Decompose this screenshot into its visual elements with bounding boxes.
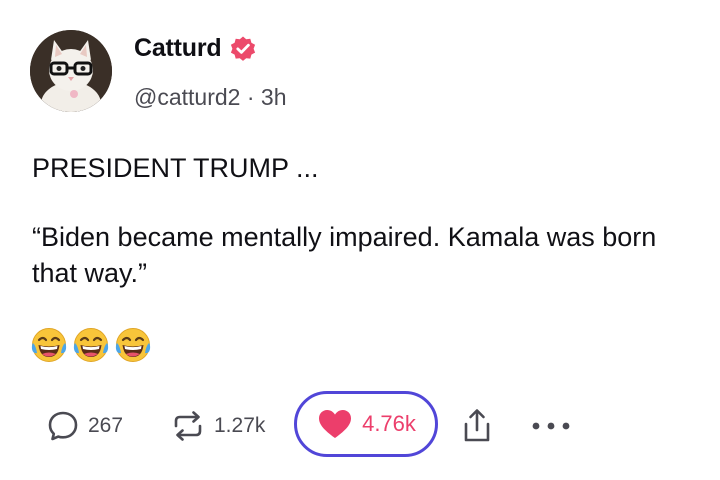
tears-of-joy-emoji-icon — [31, 328, 67, 362]
emoji-row — [30, 326, 152, 364]
post-quote: “Biden became mentally impaired. Kamala … — [32, 222, 657, 288]
repost-count: 1.27k — [214, 414, 266, 437]
display-name[interactable]: Catturd — [134, 34, 222, 63]
post-card: Catturd @catturd2 · 3h PRESIDENT TRUMP .… — [0, 0, 720, 480]
like-button[interactable]: 4.76k — [294, 391, 438, 457]
author-handle[interactable]: @catturd2 — [134, 84, 240, 110]
tears-of-joy-emoji-icon — [115, 328, 151, 362]
avatar[interactable] — [30, 30, 112, 112]
post-time[interactable]: 3h — [261, 84, 287, 110]
repost-icon — [174, 411, 202, 441]
share-icon — [464, 409, 490, 442]
author-meta: @catturd2 · 3h — [134, 84, 287, 111]
more-horizontal-icon — [532, 422, 570, 430]
like-count: 4.76k — [362, 411, 416, 436]
meta-separator: · — [246, 84, 255, 110]
reply-button[interactable]: 267 — [46, 390, 123, 462]
share-button[interactable] — [460, 390, 494, 462]
author-name-row: Catturd — [134, 34, 257, 63]
reply-bubble-icon — [48, 411, 78, 441]
reply-count: 267 — [88, 414, 124, 437]
heart-icon — [319, 410, 352, 438]
verified-badge-icon — [231, 36, 256, 61]
more-options-button[interactable] — [530, 390, 572, 462]
repost-button[interactable]: 1.27k — [170, 390, 265, 462]
post-actions: 267 1.27k 4.76k — [0, 390, 720, 462]
post-text-line: PRESIDENT TRUMP ... — [32, 153, 319, 183]
tears-of-joy-emoji-icon — [73, 328, 109, 362]
